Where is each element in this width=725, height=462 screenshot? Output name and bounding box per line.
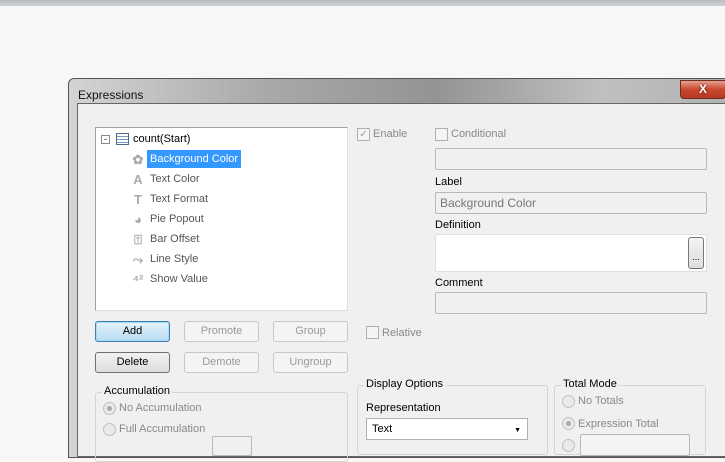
comment-input[interactable] [435,292,707,314]
enable-label: Enable [373,128,408,140]
collapse-icon[interactable]: - [101,135,110,144]
pie-icon: ◕ [134,212,142,227]
total-mode-title: Total Mode [561,378,619,390]
expression-total-label: Expression Total [578,418,659,430]
conditional-input[interactable] [435,148,707,170]
tree-item-label: Show Value [150,273,208,285]
no-totals-label: No Totals [578,395,624,407]
group-button[interactable]: Group [273,321,348,342]
label-input[interactable]: Background Color [435,192,707,214]
tree-item-label: Pie Popout [150,213,204,225]
accumulation-title: Accumulation [102,385,173,397]
text-color-icon: A [133,172,143,187]
conditional-label: Conditional [451,128,507,140]
tree-item-label: Background Color [147,150,242,168]
tree-item-label: Text Color [150,173,200,185]
relative-checkbox[interactable] [366,326,379,339]
definition-edit-button[interactable]: ... [688,237,704,269]
dialog-title: Expressions [78,88,144,102]
promote-button[interactable]: Promote [184,321,259,342]
add-button[interactable]: Add [95,321,170,342]
comment-caption: Comment [435,277,483,289]
label-caption: Label [435,176,462,188]
text-format-icon: T [134,192,142,207]
conditional-checkbox[interactable] [435,128,448,141]
table-icon [116,133,129,145]
full-accumulation-label: Full Accumulation [119,423,206,435]
show-value-icon: ⁴² [132,272,144,287]
tree-root[interactable]: count(Start) [133,130,190,148]
chevron-down-icon: ▼ [514,427,521,434]
definition-caption: Definition [435,219,481,231]
relative-label: Relative [382,327,422,339]
tree-item-label: Bar Offset [150,233,200,245]
line-style-icon: ⤳ [132,252,144,267]
full-accumulation-radio[interactable] [103,423,116,436]
bar-offset-icon: ⍐ [134,232,142,247]
accumulation-steps-input[interactable] [212,436,252,456]
close-button[interactable]: X [680,80,725,99]
demote-button[interactable]: Demote [184,352,259,373]
no-accumulation-radio[interactable] [103,402,116,415]
total-function-select[interactable] [580,434,690,456]
tree-item-label: Line Style [150,253,199,265]
no-totals-radio[interactable] [562,395,575,408]
definition-input[interactable] [435,234,707,272]
no-accumulation-label: No Accumulation [119,402,202,414]
representation-label: Representation [366,402,441,414]
total-function-radio[interactable] [562,439,575,452]
palette-icon: ✿ [132,152,144,167]
top-toolbar-edge [0,0,725,6]
ungroup-button[interactable]: Ungroup [273,352,348,373]
tree-item-label: Text Format [150,193,209,205]
expression-tree[interactable]: - count(Start) ✿ Background Color A Text Co… [95,127,348,311]
representation-select[interactable]: Text ▼ [366,418,528,440]
expression-total-radio[interactable] [562,417,575,430]
delete-button[interactable]: Delete [95,352,170,373]
display-options-title: Display Options [364,378,446,390]
enable-checkbox[interactable]: ✓ [357,128,370,141]
